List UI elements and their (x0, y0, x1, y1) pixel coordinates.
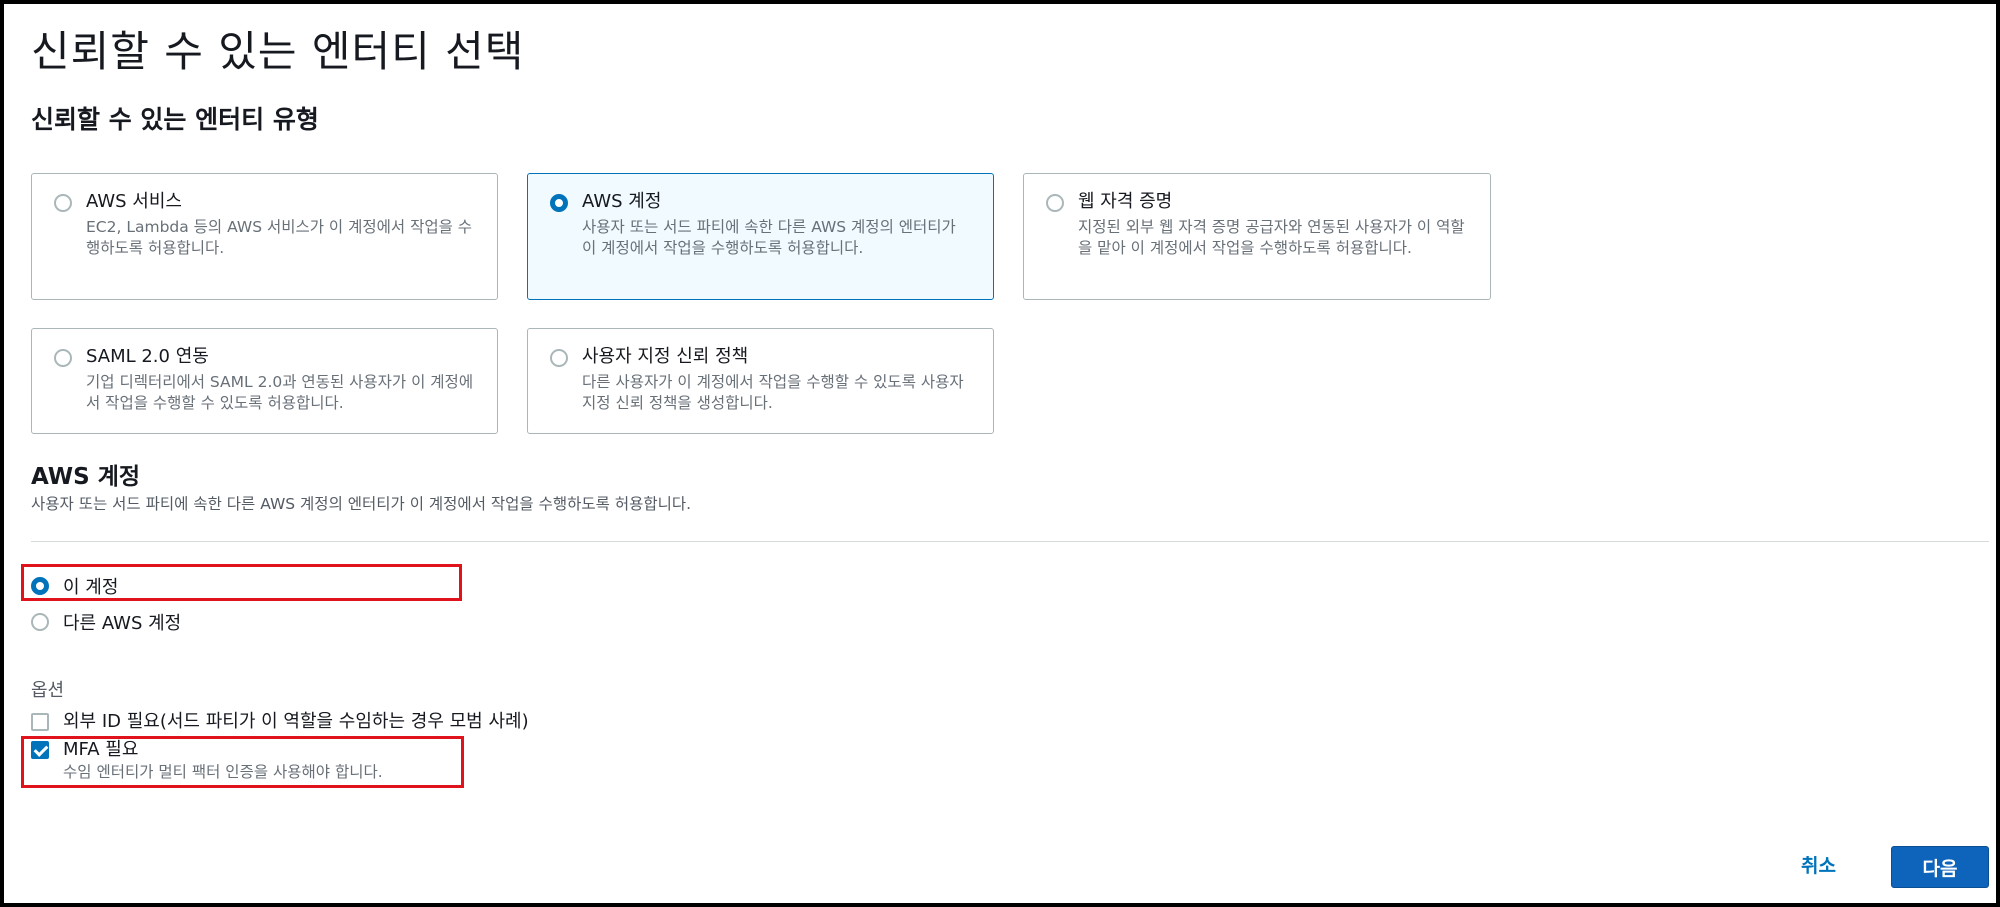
tile-title: SAML 2.0 연동 (86, 346, 209, 367)
radio-aws-account[interactable] (550, 194, 568, 212)
page-frame: 신뢰할 수 있는 엔터티 선택 신뢰할 수 있는 엔터티 유형 AWS 서비스 … (0, 0, 2000, 907)
highlight-box-mfa (21, 736, 464, 788)
tile-aws-account[interactable]: AWS 계정 사용자 또는 서드 파티에 속한 다른 AWS 계정의 엔터티가 … (527, 173, 994, 300)
radio-custom-trust-policy[interactable] (550, 349, 568, 367)
tile-title: 웹 자격 증명 (1078, 191, 1173, 212)
tile-desc: 기업 디렉터리에서 SAML 2.0과 연동된 사용자가 이 계정에서 작업을 … (86, 373, 474, 412)
radio-other-account[interactable] (31, 613, 49, 631)
tile-desc: 사용자 또는 서드 파티에 속한 다른 AWS 계정의 엔터티가 이 계정에서 … (582, 218, 956, 257)
tile-desc: 다른 사용자가 이 계정에서 작업을 수행할 수 있도록 사용자 지정 신뢰 정… (582, 373, 964, 412)
tile-title: AWS 계정 (582, 191, 662, 212)
highlight-box-this-account (21, 564, 462, 601)
page-title: 신뢰할 수 있는 엔터티 선택 (31, 27, 525, 76)
tile-title: AWS 서비스 (86, 191, 182, 212)
tile-desc: 지정된 외부 웹 자격 증명 공급자와 연동된 사용자가 이 역할을 맡아 이 … (1078, 218, 1465, 257)
next-button[interactable]: 다음 (1891, 846, 1989, 888)
external-id-label: 외부 ID 필요(서드 파티가 이 역할을 수임하는 경우 모범 사례) (63, 711, 529, 732)
cancel-button[interactable]: 취소 (1801, 851, 1836, 878)
tile-desc: EC2, Lambda 등의 AWS 서비스가 이 계정에서 작업을 수행하도록… (86, 218, 473, 257)
other-account-label: 다른 AWS 계정 (63, 613, 182, 634)
option-external-id[interactable]: 외부 ID 필요(서드 파티가 이 역할을 수임하는 경우 모범 사례) (31, 710, 529, 734)
radio-saml-federation[interactable] (54, 349, 72, 367)
tile-custom-trust-policy[interactable]: 사용자 지정 신뢰 정책 다른 사용자가 이 계정에서 작업을 수행할 수 있도… (527, 328, 994, 434)
tile-title: 사용자 지정 신뢰 정책 (582, 346, 749, 367)
option-other-account[interactable]: 다른 AWS 계정 (31, 609, 181, 635)
aws-account-heading: AWS 계정 (31, 464, 141, 490)
tile-saml-federation[interactable]: SAML 2.0 연동 기업 디렉터리에서 SAML 2.0과 연동된 사용자가… (31, 328, 498, 434)
radio-aws-service[interactable] (54, 194, 72, 212)
checkbox-external-id[interactable] (31, 713, 49, 731)
entity-type-heading: 신뢰할 수 있는 엔터티 유형 (31, 105, 319, 134)
tile-web-identity[interactable]: 웹 자격 증명 지정된 외부 웹 자격 증명 공급자와 연동된 사용자가 이 역… (1023, 173, 1491, 300)
aws-account-desc: 사용자 또는 서드 파티에 속한 다른 AWS 계정의 엔터티가 이 계정에서 … (31, 495, 692, 513)
tile-aws-service[interactable]: AWS 서비스 EC2, Lambda 등의 AWS 서비스가 이 계정에서 작… (31, 173, 498, 300)
radio-web-identity[interactable] (1046, 194, 1064, 212)
options-label: 옵션 (31, 680, 65, 701)
section-divider (31, 541, 1989, 542)
